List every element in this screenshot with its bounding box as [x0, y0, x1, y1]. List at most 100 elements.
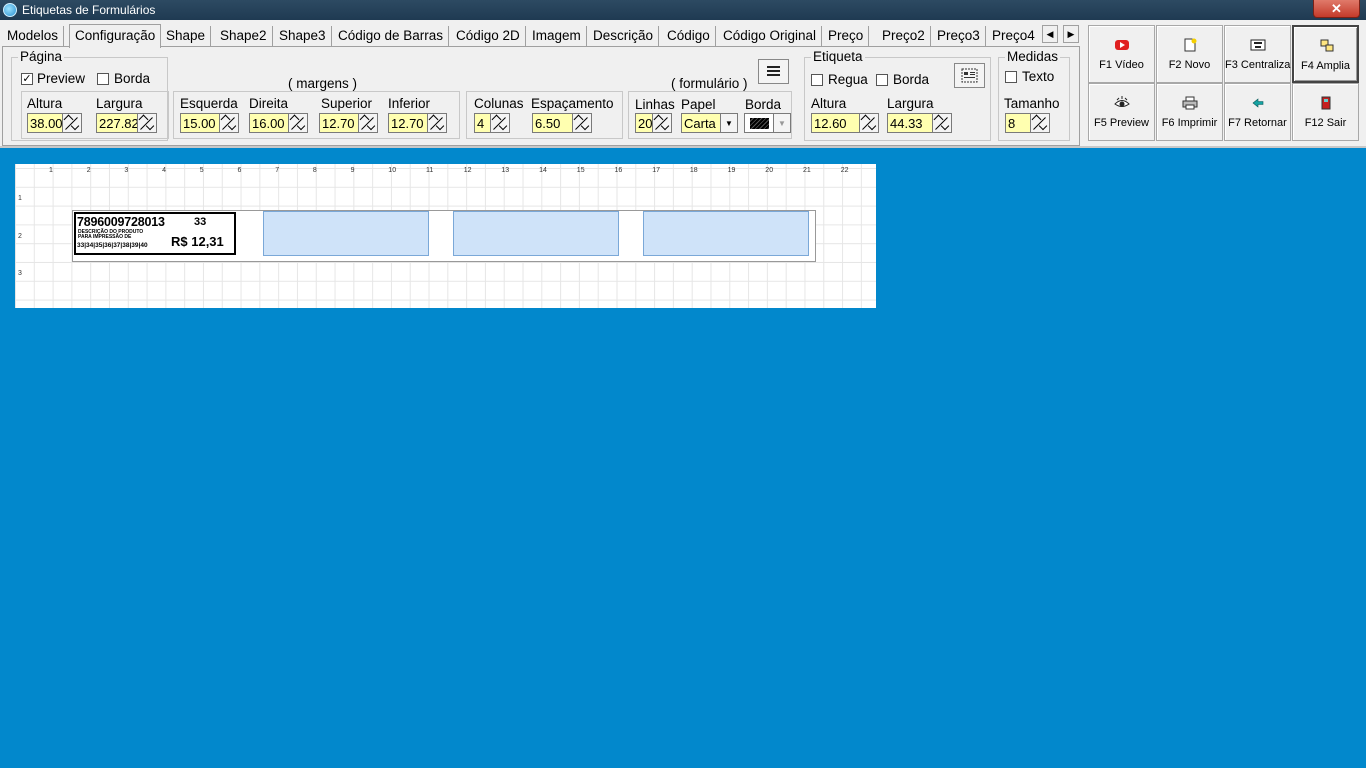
pagina-largura-value[interactable]: 227.82	[96, 113, 138, 133]
ruler-x-tick: 10	[388, 167, 397, 174]
papel-select[interactable]: Carta ▼	[681, 113, 738, 135]
pagina-largura-label: Largura	[96, 96, 143, 111]
regua-checkbox[interactable]	[811, 74, 823, 86]
linhas-value[interactable]: 20	[635, 113, 653, 133]
label-1[interactable]: 7896009728013 33 DESCRIÇÃO DO PRODUTO PA…	[74, 212, 236, 255]
etiqueta-largura-stepper[interactable]: 44.33	[887, 113, 952, 135]
papel-label: Papel	[681, 97, 716, 112]
label-2-placeholder[interactable]	[263, 211, 429, 256]
pagina-largura-stepper[interactable]: 227.82	[96, 113, 157, 135]
etiqueta-borda-checkbox[interactable]	[876, 74, 888, 86]
ruler-x-tick: 21	[803, 167, 811, 174]
tab-scroll-right-icon[interactable]: ▶	[1063, 25, 1079, 43]
ruler-y-tick: 3	[18, 270, 22, 277]
spin-arrows-icon[interactable]	[138, 113, 157, 133]
chevron-down-icon[interactable]: ▼	[774, 113, 791, 133]
etiqueta-largura-value[interactable]: 44.33	[887, 113, 933, 133]
etiqueta-legend: Etiqueta	[811, 49, 865, 64]
texto-checkbox[interactable]	[1005, 71, 1017, 83]
tab-preco4[interactable]: Preço4	[987, 26, 1040, 46]
f5-preview-label: F5 Preview	[1093, 117, 1150, 129]
direita-value[interactable]: 16.00	[249, 113, 289, 133]
espacamento-label: Espaçamento	[531, 96, 614, 111]
tab-descricao[interactable]: Descrição	[588, 26, 660, 46]
pagina-altura-value[interactable]: 38.00	[27, 113, 63, 133]
spin-arrows-icon[interactable]	[289, 113, 308, 133]
close-button[interactable]: ✕	[1313, 0, 1360, 18]
inferior-value[interactable]: 12.70	[388, 113, 428, 133]
tamanho-stepper[interactable]: 8	[1005, 113, 1050, 135]
superior-value[interactable]: 12.70	[319, 113, 359, 133]
tab-shape[interactable]: Shape	[161, 26, 212, 46]
etiqueta-grid-button[interactable]	[954, 63, 985, 88]
ruler-x-tick: 13	[501, 167, 510, 174]
medidas-legend: Medidas	[1005, 49, 1061, 64]
chevron-down-icon[interactable]: ▼	[721, 113, 738, 133]
tamanho-label: Tamanho	[1004, 96, 1060, 111]
tab-preco[interactable]: Preço	[823, 26, 870, 46]
f5-preview-button[interactable]: F5 Preview	[1088, 83, 1155, 141]
label-preview-sheet[interactable]: 123456789101112131415161718192021222 123…	[15, 164, 876, 308]
spin-arrows-icon[interactable]	[359, 113, 378, 133]
tab-shape2[interactable]: Shape2	[215, 26, 273, 46]
form-layout-button[interactable]	[758, 59, 789, 84]
margens-caption: ( margens )	[288, 76, 358, 91]
f6-imprimir-button[interactable]: F6 Imprimir	[1156, 83, 1223, 141]
tab-scroll-left-icon[interactable]: ◀	[1042, 25, 1058, 43]
tab-modelos[interactable]: Modelos	[2, 26, 65, 46]
etiqueta-altura-stepper[interactable]: 12.60	[811, 113, 879, 135]
tab-codigo-original[interactable]: Código Original	[718, 26, 823, 46]
borda-style-select[interactable]: ▼	[744, 113, 791, 135]
spin-arrows-icon[interactable]	[933, 113, 952, 133]
papel-value[interactable]: Carta	[681, 113, 721, 133]
colunas-value[interactable]: 4	[474, 113, 491, 133]
tab-preco2[interactable]: Preço2	[877, 26, 931, 46]
f2-novo-label: F2 Novo	[1168, 59, 1211, 71]
tab-codigo-2d[interactable]: Código 2D	[451, 26, 526, 46]
spin-arrows-icon[interactable]	[63, 113, 82, 133]
ruler-x-tick: 5	[199, 167, 204, 174]
tab-imagem[interactable]: Imagem	[527, 26, 587, 46]
linhas-stepper[interactable]: 20	[635, 113, 672, 135]
f12-sair-button[interactable]: F12 Sair	[1292, 83, 1359, 141]
tab-preco3[interactable]: Preço3	[932, 26, 986, 46]
etiqueta-altura-value[interactable]: 12.60	[811, 113, 860, 133]
preview-checkbox[interactable]: ✓	[21, 73, 33, 85]
superior-stepper[interactable]: 12.70	[319, 113, 378, 135]
espacamento-value[interactable]: 6.50	[532, 113, 573, 133]
pagina-altura-label: Altura	[27, 96, 63, 111]
spin-arrows-icon[interactable]	[491, 113, 510, 133]
direita-stepper[interactable]: 16.00	[249, 113, 308, 135]
label-4-placeholder[interactable]	[643, 211, 809, 256]
border-style-swatch[interactable]	[744, 113, 774, 133]
spin-arrows-icon[interactable]	[860, 113, 879, 133]
spin-arrows-icon[interactable]	[220, 113, 239, 133]
video-icon	[1115, 40, 1129, 50]
spin-arrows-icon[interactable]	[428, 113, 447, 133]
tab-codigo[interactable]: Código	[662, 26, 716, 46]
pagina-altura-stepper[interactable]: 38.00	[27, 113, 82, 135]
tab-configuracao[interactable]: Configuração	[69, 24, 162, 48]
f3-centraliza-button[interactable]: F3 Centraliza	[1224, 25, 1291, 83]
esquerda-value[interactable]: 15.00	[180, 113, 220, 133]
colunas-stepper[interactable]: 4	[474, 113, 510, 135]
tab-codigo-de-barras[interactable]: Código de Barras	[333, 26, 450, 46]
pagina-borda-checkbox[interactable]	[97, 73, 109, 85]
back-arrow-icon	[1252, 98, 1264, 108]
spin-arrows-icon[interactable]	[573, 113, 592, 133]
f7-retornar-button[interactable]: F7 Retornar	[1224, 83, 1291, 141]
f2-novo-button[interactable]: F2 Novo	[1156, 25, 1223, 83]
esquerda-stepper[interactable]: 15.00	[180, 113, 239, 135]
exit-door-icon	[1321, 96, 1331, 110]
etiqueta-largura-label: Largura	[887, 96, 934, 111]
tamanho-value[interactable]: 8	[1005, 113, 1031, 133]
f4-amplia-button[interactable]: F4 Amplia	[1292, 25, 1359, 83]
label-3-placeholder[interactable]	[453, 211, 619, 256]
etiqueta-borda-label: Borda	[893, 72, 930, 87]
spin-arrows-icon[interactable]	[653, 113, 672, 133]
tab-shape3[interactable]: Shape3	[274, 26, 332, 46]
f1-video-button[interactable]: F1 Vídeo	[1088, 25, 1155, 83]
inferior-stepper[interactable]: 12.70	[388, 113, 447, 135]
spin-arrows-icon[interactable]	[1031, 113, 1050, 133]
espacamento-stepper[interactable]: 6.50	[532, 113, 592, 135]
